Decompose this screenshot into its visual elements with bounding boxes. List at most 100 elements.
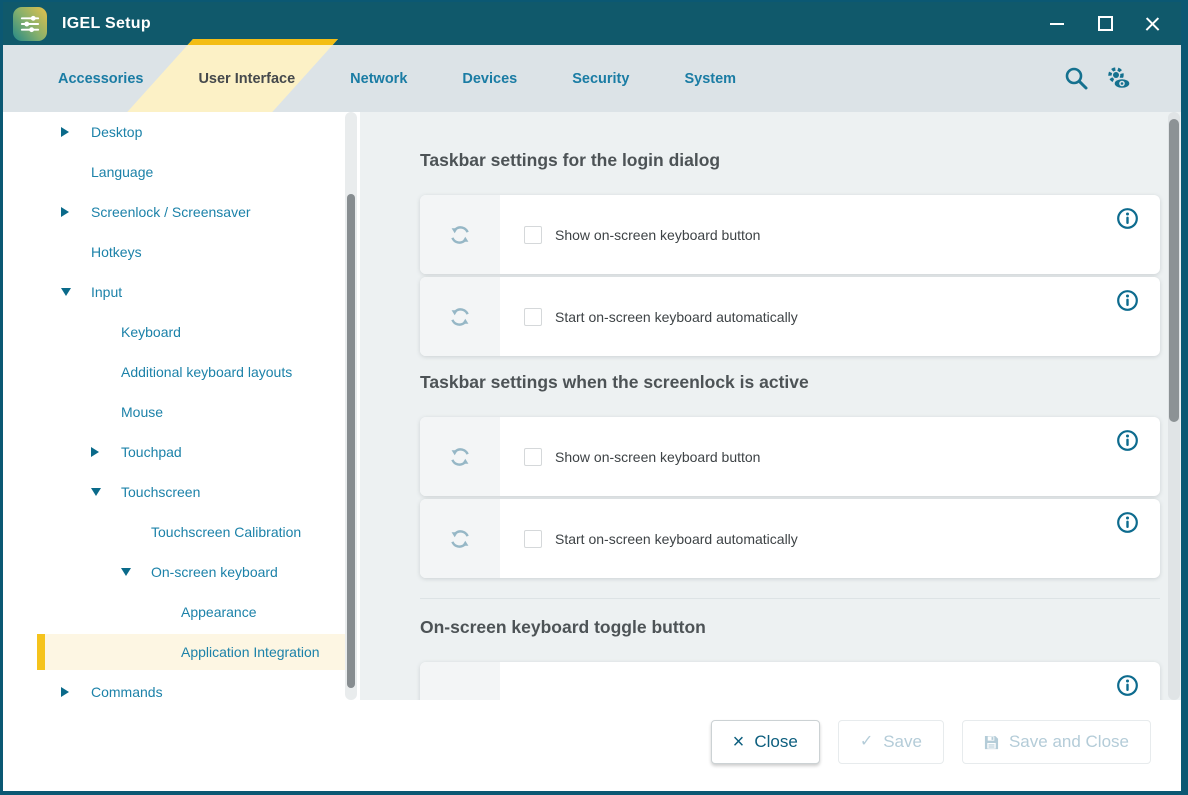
checkbox-row: Start on-screen keyboard automatically <box>524 499 798 578</box>
tree-item-label: Touchpad <box>121 444 182 460</box>
checkbox-start-osk-automatically[interactable] <box>524 308 542 326</box>
tree-item-label: Screenlock / Screensaver <box>91 204 251 220</box>
window-title: IGEL Setup <box>62 15 151 33</box>
save-button[interactable]: ✓ Save <box>838 720 944 764</box>
tree-item-mouse[interactable]: Mouse <box>3 392 360 432</box>
tree-item-on-screen-keyboard[interactable]: On-screen keyboard <box>3 552 360 592</box>
tree-item-screenlock-screensaver[interactable]: Screenlock / Screensaver <box>3 192 360 232</box>
chevron-down-icon[interactable] <box>121 568 151 576</box>
setting-card-partial <box>420 662 1160 700</box>
maximize-button[interactable] <box>1089 8 1121 40</box>
igel-logo-icon <box>13 7 47 41</box>
tree-item-touchpad[interactable]: Touchpad <box>3 432 360 472</box>
setting-label: Show on-screen keyboard button <box>555 227 760 243</box>
info-icon[interactable] <box>1116 429 1139 452</box>
checkbox-show-osk-button[interactable] <box>524 226 542 244</box>
section-divider <box>420 598 1160 599</box>
reset-to-default-icon[interactable] <box>448 222 472 248</box>
check-icon: ✓ <box>860 734 873 750</box>
sidebar-scrollbar-thumb[interactable] <box>347 194 355 688</box>
tree-item-language[interactable]: Language <box>3 152 360 192</box>
save-and-close-button[interactable]: Save and Close <box>962 720 1151 764</box>
chevron-right-icon[interactable] <box>61 127 91 137</box>
info-icon[interactable] <box>1116 289 1139 312</box>
reset-strip <box>420 277 500 356</box>
tree-item-commands[interactable]: Commands <box>3 672 360 700</box>
tree-item-touchscreen-calibration[interactable]: Touchscreen Calibration <box>3 512 360 552</box>
tree-item-appearance[interactable]: Appearance <box>3 592 360 632</box>
section-heading-toggle-button: On-screen keyboard toggle button <box>420 617 1160 638</box>
close-button[interactable]: × Close <box>711 720 820 764</box>
tab-network[interactable]: Network <box>350 71 407 87</box>
checkbox-row: Show on-screen keyboard button <box>524 417 760 496</box>
minimize-icon <box>1050 23 1064 25</box>
tree-item-desktop[interactable]: Desktop <box>3 112 360 152</box>
tree-item-label: Appearance <box>181 604 257 620</box>
tree-item-label: Commands <box>91 684 163 700</box>
footer-bar: × Close ✓ Save Save and Close <box>3 700 1181 791</box>
tree-item-label: Application Integration <box>181 644 320 660</box>
reset-strip <box>420 195 500 274</box>
reset-to-default-icon[interactable] <box>448 444 472 470</box>
tab-system[interactable]: System <box>684 71 736 87</box>
tree-item-application-integration[interactable]: Application Integration <box>37 634 346 670</box>
chevron-down-icon[interactable] <box>61 288 91 296</box>
tree-item-label: Touchscreen Calibration <box>151 524 301 540</box>
close-window-button[interactable] <box>1137 8 1169 40</box>
reset-strip <box>420 417 500 496</box>
checkbox-show-osk-button-screenlock[interactable] <box>524 448 542 466</box>
tab-user-interface[interactable]: User Interface <box>198 71 295 87</box>
tree-item-label: Hotkeys <box>91 244 142 260</box>
setting-card: Show on-screen keyboard button <box>420 195 1160 274</box>
reset-to-default-icon[interactable] <box>448 304 472 330</box>
tree-item-hotkeys[interactable]: Hotkeys <box>3 232 360 272</box>
tree-item-input[interactable]: Input <box>3 272 360 312</box>
main-tab-bar: Accessories User Interface Network Devic… <box>3 45 1181 112</box>
tree-item-label: Language <box>91 164 153 180</box>
reset-strip <box>420 662 500 700</box>
chevron-down-icon[interactable] <box>91 488 121 496</box>
tree-item-label: Input <box>91 284 122 300</box>
tab-security[interactable]: Security <box>572 71 629 87</box>
section-heading-screenlock: Taskbar settings when the screenlock is … <box>420 372 1160 393</box>
title-bar: IGEL Setup <box>3 2 1181 45</box>
info-icon[interactable] <box>1116 207 1139 230</box>
save-and-close-button-label: Save and Close <box>1009 732 1129 752</box>
search-icon[interactable] <box>1063 65 1090 92</box>
setting-label: Start on-screen keyboard automatically <box>555 309 798 325</box>
tree-item-touchscreen[interactable]: Touchscreen <box>3 472 360 512</box>
tree-item-additional-keyboard-layouts[interactable]: Additional keyboard layouts <box>3 352 360 392</box>
settings-tree-sidebar: Desktop Language Screenlock / Screensave… <box>3 112 360 700</box>
setup-visibility-icon[interactable] <box>1105 66 1133 92</box>
checkbox-start-osk-automatically-screenlock[interactable] <box>524 530 542 548</box>
sliders-icon <box>17 11 43 37</box>
setting-label: Show on-screen keyboard button <box>555 449 760 465</box>
tree-item-label: Desktop <box>91 124 142 140</box>
checkbox-row: Start on-screen keyboard automatically <box>524 277 798 356</box>
info-icon[interactable] <box>1116 674 1139 697</box>
minimize-button[interactable] <box>1041 8 1073 40</box>
setting-card: Start on-screen keyboard automatically <box>420 499 1160 578</box>
maximize-icon <box>1098 16 1113 31</box>
igel-setup-window: IGEL Setup Accessories User Interface Ne… <box>0 0 1188 795</box>
checkbox-row: Show on-screen keyboard button <box>524 195 760 274</box>
info-icon[interactable] <box>1116 511 1139 534</box>
chevron-right-icon[interactable] <box>61 687 91 697</box>
close-x-icon: × <box>733 732 745 752</box>
chevron-right-icon[interactable] <box>61 207 91 217</box>
tree-item-label: Mouse <box>121 404 163 420</box>
tab-devices[interactable]: Devices <box>462 71 517 87</box>
section-heading-login-dialog: Taskbar settings for the login dialog <box>420 150 1160 171</box>
chevron-right-icon[interactable] <box>91 447 121 457</box>
main-area: Desktop Language Screenlock / Screensave… <box>3 112 1181 700</box>
tree-item-keyboard[interactable]: Keyboard <box>3 312 360 352</box>
tab-accessories[interactable]: Accessories <box>58 71 143 87</box>
tree-item-label: Keyboard <box>121 324 181 340</box>
floppy-disk-icon <box>984 735 999 750</box>
save-button-label: Save <box>883 732 922 752</box>
setting-card: Start on-screen keyboard automatically <box>420 277 1160 356</box>
content-scrollbar-thumb[interactable] <box>1169 119 1179 422</box>
reset-to-default-icon[interactable] <box>448 526 472 552</box>
setting-card: Show on-screen keyboard button <box>420 417 1160 496</box>
tree-item-label: On-screen keyboard <box>151 564 278 580</box>
